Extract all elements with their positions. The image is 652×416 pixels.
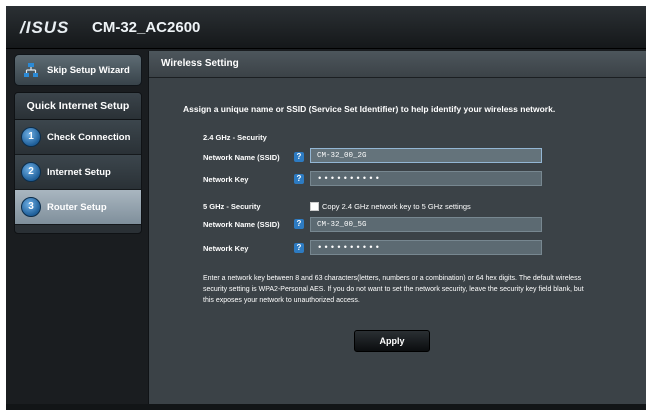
key-5-label: Network Key: [203, 244, 249, 253]
skip-setup-wizard-button[interactable]: Skip Setup Wizard: [14, 54, 142, 86]
wireless-setting-panel: Wireless Setting Assign a unique name or…: [148, 51, 646, 410]
sidebar-item-internet-setup[interactable]: 2 Internet Setup: [15, 155, 141, 190]
key-24-label: Network Key: [203, 175, 249, 184]
copy-key-label: Copy 2.4 GHz network key to 5 GHz settin…: [322, 202, 471, 211]
ssid-24-input[interactable]: CM-32_00_2G: [310, 148, 542, 163]
copy-key-checkbox[interactable]: Copy 2.4 GHz network key to 5 GHz settin…: [310, 202, 471, 211]
help-icon[interactable]: ?: [294, 152, 304, 162]
step-1-icon: 1: [21, 127, 41, 147]
ssid-5-label: Network Name (SSID): [203, 220, 280, 229]
router-window: /ISUS CM-32_AC2600 Skip Setup Wizard Qui…: [6, 6, 646, 410]
section-5ghz-title: 5 GHz - Security: [203, 202, 261, 211]
security-note: Enter a network key between 8 and 63 cha…: [203, 275, 584, 304]
network-icon: [24, 63, 38, 77]
quick-setup-panel: Quick Internet Setup 1 Check Connection …: [14, 92, 142, 234]
asus-logo: /ISUS: [20, 18, 70, 37]
help-icon[interactable]: ?: [294, 243, 304, 253]
help-icon[interactable]: ?: [294, 219, 304, 229]
sidebar-item-label: Check Connection: [47, 131, 131, 143]
skip-setup-label: Skip Setup Wizard: [47, 64, 130, 76]
checkbox-box[interactable]: [310, 202, 319, 211]
sidebar-item-label: Internet Setup: [47, 166, 111, 178]
sidebar-item-router-setup[interactable]: 3 Router Setup: [15, 190, 141, 225]
key-24-input[interactable]: ••••••••••: [310, 171, 542, 186]
step-3-icon: 3: [21, 197, 41, 217]
top-bar: /ISUS CM-32_AC2600: [6, 6, 646, 49]
bottom-border: [6, 404, 646, 410]
sidebar-item-label: Router Setup: [47, 201, 107, 213]
step-2-icon: 2: [21, 162, 41, 182]
ssid-5-input[interactable]: CM-32_00_5G: [310, 217, 542, 232]
quick-setup-title: Quick Internet Setup: [15, 93, 141, 120]
sidebar-item-check-connection[interactable]: 1 Check Connection: [15, 120, 141, 155]
intro-text: Assign a unique name or SSID (Service Se…: [183, 104, 556, 114]
help-icon[interactable]: ?: [294, 174, 304, 184]
page-title: Wireless Setting: [149, 51, 646, 78]
ssid-24-label: Network Name (SSID): [203, 153, 280, 162]
key-5-input[interactable]: ••••••••••: [310, 240, 542, 255]
model-name: CM-32_AC2600: [92, 19, 201, 36]
apply-button[interactable]: Apply: [354, 330, 430, 352]
section-24ghz-title: 2.4 GHz - Security: [203, 133, 267, 142]
